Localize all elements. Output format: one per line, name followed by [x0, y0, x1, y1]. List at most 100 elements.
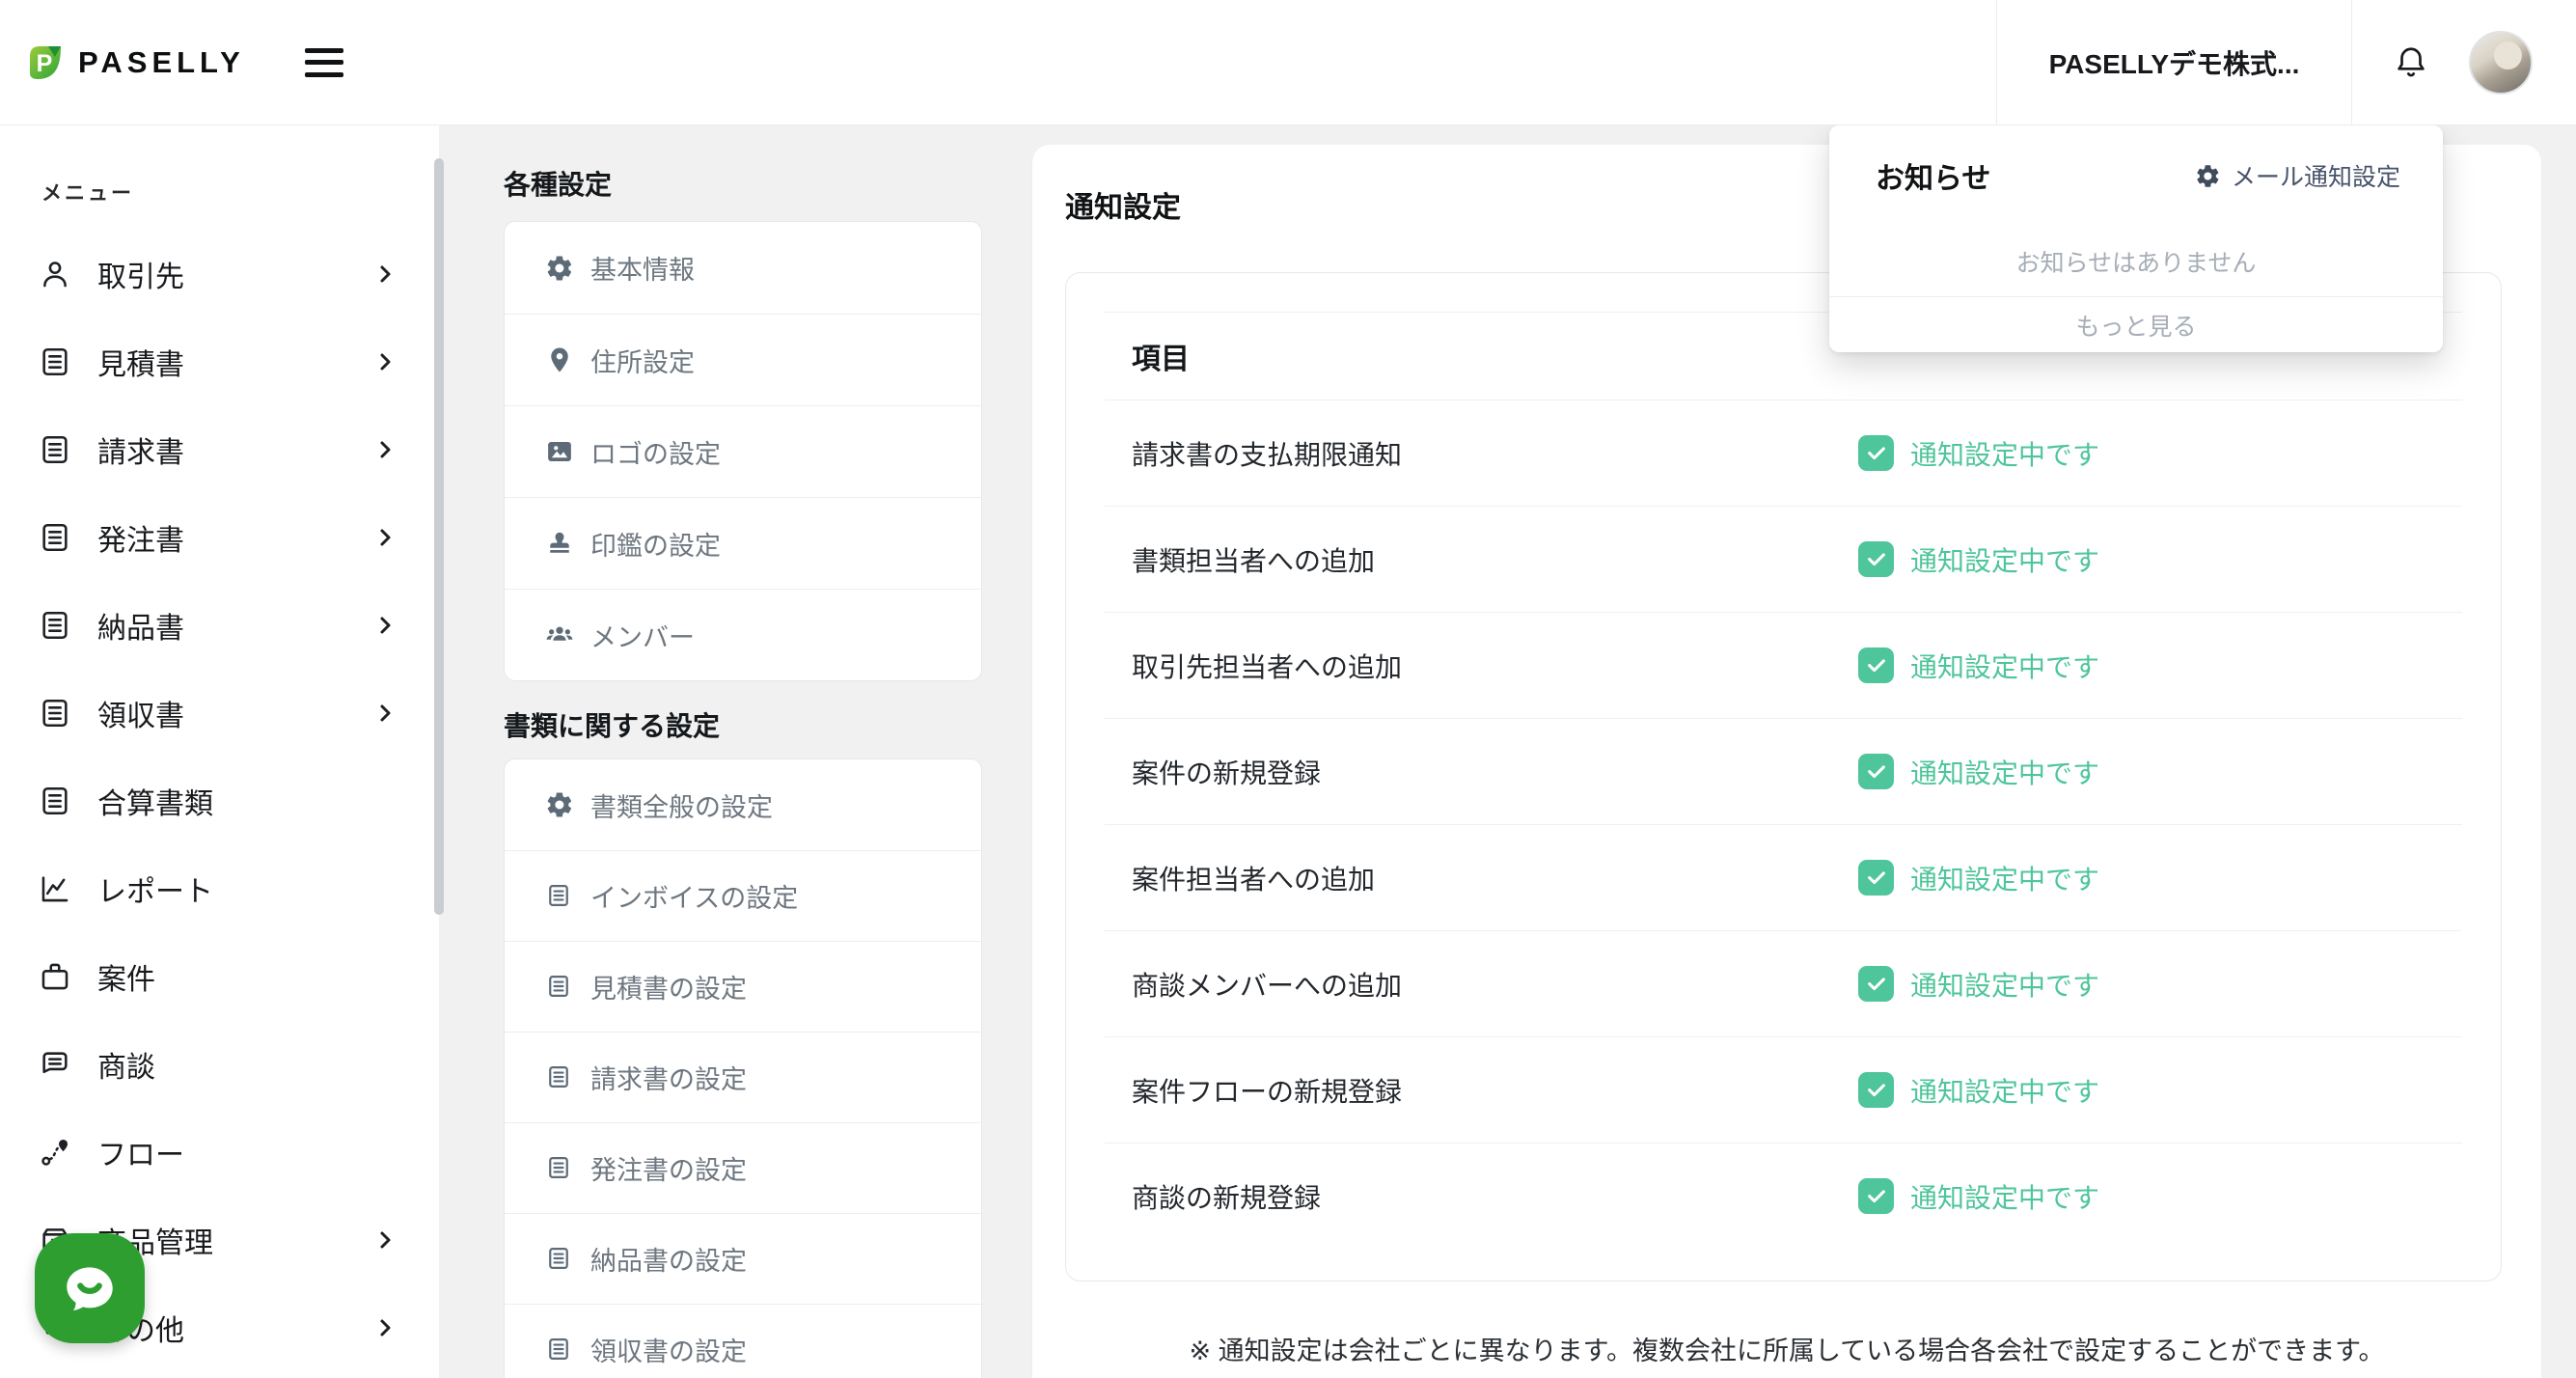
- settings-nav-card-general: 基本情報 住所設定 ロゴの設定 印鑑の設定 メンバー: [504, 221, 982, 681]
- settings-item-label: 請求書の設定: [590, 1059, 747, 1096]
- chart-icon: [39, 872, 71, 905]
- sidebar-item-merged-documents[interactable]: 合算書類: [0, 757, 439, 844]
- notification-status[interactable]: 通知設定中です: [1858, 719, 2099, 824]
- settings-item-po-settings[interactable]: 発注書の設定: [505, 1122, 981, 1213]
- user-avatar[interactable]: [2469, 31, 2533, 95]
- settings-item-label: 発注書の設定: [590, 1149, 747, 1187]
- checkbox-checked-icon[interactable]: [1858, 966, 1894, 1002]
- notification-status[interactable]: 通知設定中です: [1858, 931, 2099, 1036]
- notification-row: 書類担当者への追加 通知設定中です: [1105, 506, 2462, 612]
- status-label: 通知設定中です: [1910, 1177, 2099, 1216]
- notification-row: 案件の新規登録 通知設定中です: [1105, 718, 2462, 824]
- chevron-right-icon: [373, 614, 397, 637]
- sidebar-item-receipts[interactable]: 領収書: [0, 669, 439, 757]
- status-label: 通知設定中です: [1910, 859, 2099, 897]
- page-title: 通知設定: [1065, 183, 1181, 226]
- sidebar-item-reports[interactable]: レポート: [0, 844, 439, 932]
- mail-notification-settings-link[interactable]: メール通知設定: [2195, 158, 2400, 193]
- notification-status[interactable]: 通知設定中です: [1858, 1037, 2099, 1143]
- map-pin-icon: [545, 345, 574, 374]
- sidebar-item-label: 請求書: [97, 428, 184, 471]
- settings-item-label: メンバー: [590, 617, 695, 654]
- notification-status[interactable]: 通知設定中です: [1858, 613, 2099, 718]
- sidebar-item-label: 商談: [97, 1043, 155, 1086]
- popup-empty-message: お知らせはありません: [1829, 226, 2443, 296]
- notification-row: 案件担当者への追加 通知設定中です: [1105, 824, 2462, 930]
- settings-item-receipt-settings[interactable]: 領収書の設定: [505, 1304, 981, 1378]
- settings-item-members[interactable]: メンバー: [505, 589, 981, 680]
- settings-item-label: 印鑑の設定: [590, 525, 721, 563]
- menu-list: 取引先 見積書 請求書: [0, 230, 439, 1371]
- notification-status[interactable]: 通知設定中です: [1858, 400, 2099, 506]
- hamburger-menu-icon[interactable]: [305, 48, 343, 77]
- sidebar-item-label: 見積書: [97, 341, 184, 383]
- settings-item-label: 見積書の設定: [590, 968, 747, 1006]
- mail-settings-label: メール通知設定: [2232, 158, 2400, 193]
- chat-icon: [39, 1048, 71, 1081]
- row-label: 商談メンバーへの追加: [1132, 965, 1402, 1004]
- sidebar-item-clients[interactable]: 取引先: [0, 230, 439, 317]
- row-label: 請求書の支払期限通知: [1132, 434, 1402, 473]
- sidebar-item-negotiations[interactable]: 商談: [0, 1020, 439, 1108]
- notification-status[interactable]: 通知設定中です: [1858, 1144, 2099, 1249]
- status-label: 通知設定中です: [1910, 1071, 2099, 1110]
- sidebar-item-label: 領収書: [97, 692, 184, 734]
- settings-item-label: 書類全般の設定: [590, 786, 773, 824]
- notification-table: 項目 請求書の支払期限通知 通知設定中です 書類担当者への追加 通知設定中です: [1065, 272, 2502, 1282]
- chevron-right-icon: [373, 1316, 397, 1339]
- sidebar-item-purchase-orders[interactable]: 発注書: [0, 493, 439, 581]
- checkbox-checked-icon[interactable]: [1858, 1072, 1894, 1108]
- sidebar-item-label: レポート: [97, 868, 213, 910]
- notifications-bell-button[interactable]: [2352, 44, 2469, 81]
- status-label: 通知設定中です: [1910, 647, 2099, 685]
- document-icon: [545, 1154, 574, 1183]
- company-name[interactable]: PASELLYデモ株式...: [1997, 43, 2351, 82]
- checkbox-checked-icon[interactable]: [1858, 435, 1894, 471]
- document-icon: [39, 521, 71, 554]
- settings-nav-card-documents: 書類全般の設定 インボイスの設定 見積書の設定 請求書の設定 発: [504, 758, 982, 1378]
- settings-item-label: 住所設定: [590, 342, 695, 379]
- settings-item-seal[interactable]: 印鑑の設定: [505, 497, 981, 589]
- chat-support-widget[interactable]: [35, 1233, 145, 1343]
- notification-status[interactable]: 通知設定中です: [1858, 507, 2099, 612]
- workspace: 各種設定 基本情報 住所設定 ロゴの設定 印鑑の設定: [439, 125, 2576, 1378]
- row-label: 案件担当者への追加: [1132, 859, 1375, 897]
- sidebar-item-flow[interactable]: フロー: [0, 1108, 439, 1196]
- brand-wordmark: PASELLY: [78, 45, 245, 80]
- checkbox-checked-icon[interactable]: [1858, 541, 1894, 577]
- checkbox-checked-icon[interactable]: [1858, 860, 1894, 896]
- sidebar-item-label: 合算書類: [97, 780, 213, 822]
- checkbox-checked-icon[interactable]: [1858, 648, 1894, 683]
- sidebar-item-quotes[interactable]: 見積書: [0, 317, 439, 405]
- svg-text:P: P: [37, 50, 53, 77]
- person-icon: [39, 258, 71, 290]
- notification-status[interactable]: 通知設定中です: [1858, 825, 2099, 930]
- sidebar-scrollbar[interactable]: [434, 158, 444, 915]
- settings-item-basic-info[interactable]: 基本情報: [505, 222, 981, 314]
- brand-logo[interactable]: P PASELLY: [26, 42, 245, 83]
- sidebar-item-projects[interactable]: 案件: [0, 932, 439, 1020]
- settings-item-label: 基本情報: [590, 249, 695, 287]
- notification-row: 請求書の支払期限通知 通知設定中です: [1105, 400, 2462, 506]
- checkbox-checked-icon[interactable]: [1858, 754, 1894, 789]
- top-right-group: PASELLYデモ株式...: [1996, 0, 2576, 124]
- sidebar-item-invoices[interactable]: 請求書: [0, 405, 439, 493]
- settings-item-quote-settings[interactable]: 見積書の設定: [505, 941, 981, 1032]
- gear-icon: [545, 254, 574, 283]
- checkbox-checked-icon[interactable]: [1858, 1178, 1894, 1214]
- document-icon: [39, 609, 71, 642]
- settings-item-invoice-system[interactable]: インボイスの設定: [505, 850, 981, 941]
- see-more-link[interactable]: もっと見る: [1829, 296, 2443, 352]
- settings-item-label: 納品書の設定: [590, 1240, 747, 1278]
- settings-item-logo[interactable]: ロゴの設定: [505, 405, 981, 497]
- document-icon: [39, 785, 71, 817]
- settings-item-doc-general[interactable]: 書類全般の設定: [505, 759, 981, 850]
- settings-item-billing-settings[interactable]: 請求書の設定: [505, 1032, 981, 1122]
- settings-item-address[interactable]: 住所設定: [505, 314, 981, 405]
- sidebar-item-delivery-notes[interactable]: 納品書: [0, 581, 439, 669]
- row-label: 商談の新規登録: [1132, 1177, 1321, 1216]
- gear-icon: [545, 790, 574, 819]
- settings-item-delivery-settings[interactable]: 納品書の設定: [505, 1213, 981, 1304]
- users-icon: [545, 620, 574, 649]
- sidebar-item-label: フロー: [97, 1131, 184, 1173]
